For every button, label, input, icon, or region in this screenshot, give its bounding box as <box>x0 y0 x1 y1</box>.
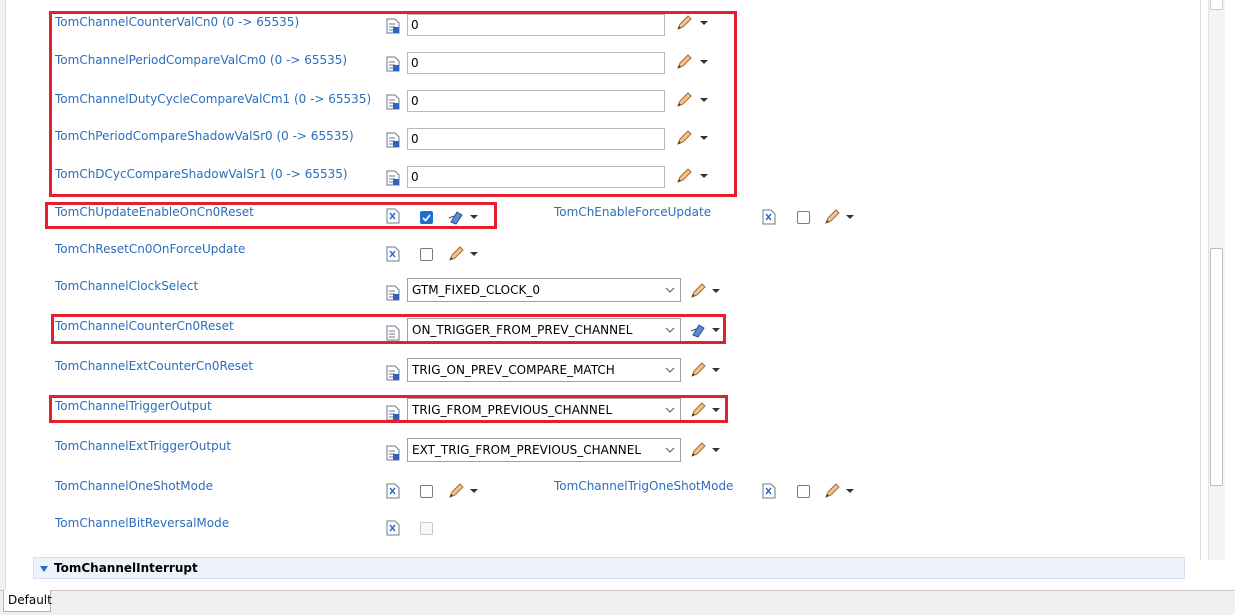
config-parameter-icon <box>386 18 400 34</box>
trigger-output-edit-tool[interactable] <box>690 402 724 418</box>
trig-one-shot-checkbox[interactable] <box>797 485 810 498</box>
ext-trigger-output-label: TomChannelExtTriggerOutput <box>55 439 232 453</box>
clock-select-edit-tool[interactable] <box>690 283 724 299</box>
ext-trigger-output-dropdown[interactable]: EXT_TRIG_FROM_PREVIOUS_CHANNEL <box>407 438 681 462</box>
reset-cn0-label: TomChResetCn0OnForceUpdate <box>55 242 246 256</box>
config-parameter-icon <box>386 132 400 148</box>
force-update-edit-tool[interactable] <box>824 209 858 225</box>
ext-counter-reset-label: TomChannelExtCounterCn0Reset <box>55 359 254 373</box>
one-shot-edit-tool[interactable] <box>448 483 482 499</box>
trig-one-shot-label: TomChannelTrigOneShotMode <box>554 479 734 493</box>
config-parameter-icon <box>386 170 400 186</box>
config-parameter-icon <box>386 285 400 301</box>
ext-counter-reset-edit-tool[interactable] <box>690 362 724 378</box>
counter-val-edit-tool[interactable] <box>676 15 710 31</box>
calculated-value-icon <box>762 483 776 499</box>
chevron-down-icon <box>665 407 675 413</box>
duty-compare-input[interactable] <box>407 90 665 112</box>
config-parameter-icon <box>386 445 400 461</box>
calculated-value-icon <box>386 246 400 262</box>
clock-select-label: TomChannelClockSelect <box>55 279 199 293</box>
period-shadow-edit-tool[interactable] <box>676 130 710 146</box>
counter-val-label: TomChannelCounterValCn0 (0 -> 65535) <box>55 15 300 29</box>
period-compare-edit-tool[interactable] <box>676 54 710 70</box>
duty-compare-label: TomChannelDutyCycleCompareValCm1 (0 -> 6… <box>55 92 372 106</box>
tab-default[interactable]: Default <box>3 590 52 612</box>
counter-reset-value: ON_TRIGGER_FROM_PREV_CHANNEL <box>412 323 633 337</box>
period-compare-label: TomChannelPeriodCompareValCm0 (0 -> 6553… <box>55 53 348 67</box>
calculated-value-icon <box>386 483 400 499</box>
ext-counter-reset-dropdown[interactable]: TRIG_ON_PREV_COMPARE_MATCH <box>407 358 681 382</box>
force-update-label: TomChEnableForceUpdate <box>554 205 712 219</box>
ext-counter-reset-value: TRIG_ON_PREV_COMPARE_MATCH <box>412 363 615 377</box>
bit-reversal-label: TomChannelBitReversalMode <box>55 516 230 530</box>
scrollbar-top-cap[interactable] <box>1210 0 1223 10</box>
trigger-output-value: TRIG_FROM_PREVIOUS_CHANNEL <box>412 403 613 417</box>
one-shot-label: TomChannelOneShotMode <box>55 479 213 493</box>
calculated-value-icon <box>762 209 776 225</box>
dcyc-shadow-input[interactable] <box>407 166 665 188</box>
trig-one-shot-edit-tool[interactable] <box>824 483 858 499</box>
chevron-down-icon <box>665 327 675 333</box>
calculated-value-icon <box>386 208 400 224</box>
force-update-checkbox[interactable] <box>797 211 810 224</box>
ext-trigger-output-edit-tool[interactable] <box>690 442 724 458</box>
counter-reset-label: TomChannelCounterCn0Reset <box>55 319 234 333</box>
chevron-down-icon <box>665 287 675 293</box>
duty-compare-edit-tool[interactable] <box>676 92 710 108</box>
dcyc-shadow-edit-tool[interactable] <box>676 168 710 184</box>
chevron-down-icon <box>665 367 675 373</box>
config-parameter-icon <box>386 405 400 421</box>
counter-val-input[interactable] <box>407 14 665 36</box>
period-compare-input[interactable] <box>407 52 665 74</box>
counter-reset-dropdown[interactable]: ON_TRIGGER_FROM_PREV_CHANNEL <box>407 318 681 342</box>
period-shadow-input[interactable] <box>407 128 665 150</box>
clock-select-value: GTM_FIXED_CLOCK_0 <box>412 283 541 297</box>
clock-select-dropdown[interactable]: GTM_FIXED_CLOCK_0 <box>407 278 681 302</box>
bottom-tab-strip <box>0 590 1235 615</box>
section-header-bar[interactable] <box>33 557 1185 579</box>
config-parameter-icon <box>386 56 400 72</box>
update-enable-checkbox[interactable] <box>420 211 433 224</box>
update-enable-label: TomChUpdateEnableOnCn0Reset <box>55 205 254 219</box>
config-parameter-icon <box>386 325 400 341</box>
content-right-border <box>1200 0 1201 560</box>
reset-cn0-checkbox[interactable] <box>420 248 433 261</box>
trigger-output-label: TomChannelTriggerOutput <box>55 399 212 413</box>
scrollbar-thumb[interactable] <box>1210 248 1223 486</box>
update-enable-calc-tool[interactable] <box>448 209 482 225</box>
dcyc-shadow-label: TomChDCycCompareShadowValSr1 (0 -> 65535… <box>55 167 348 181</box>
reset-cn0-edit-tool[interactable] <box>448 246 482 262</box>
config-parameter-icon <box>386 94 400 110</box>
ext-trigger-output-value: EXT_TRIG_FROM_PREVIOUS_CHANNEL <box>412 443 642 457</box>
calculated-value-icon <box>386 520 400 536</box>
collapse-triangle-icon[interactable] <box>39 565 49 573</box>
counter-reset-calc-tool[interactable] <box>690 322 724 338</box>
trigger-output-dropdown[interactable]: TRIG_FROM_PREVIOUS_CHANNEL <box>407 398 681 422</box>
chevron-down-icon <box>665 447 675 453</box>
period-shadow-label: TomChPeriodCompareShadowValSr0 (0 -> 655… <box>55 129 354 143</box>
section-title: TomChannelInterrupt <box>54 561 198 575</box>
bit-reversal-checkbox <box>420 522 433 535</box>
one-shot-checkbox[interactable] <box>420 485 433 498</box>
config-parameter-icon <box>386 365 400 381</box>
left-edge <box>0 0 6 590</box>
